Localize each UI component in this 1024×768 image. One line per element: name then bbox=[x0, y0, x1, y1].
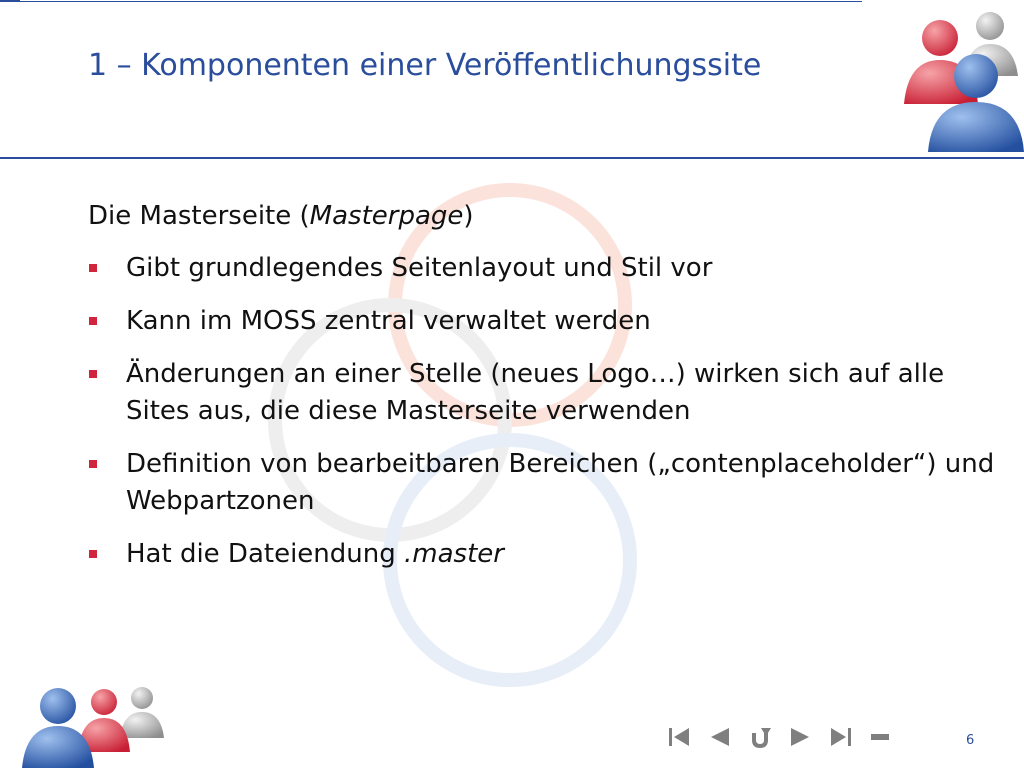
footer-divider-right bbox=[0, 1, 862, 2]
triangle-right-icon bbox=[791, 728, 809, 746]
bullet-text: Kann im MOSS zentral verwaltet werden bbox=[126, 306, 651, 336]
bullet-marker-icon bbox=[89, 460, 97, 468]
heading-text: Die Masterseite ( bbox=[88, 201, 310, 231]
return-button[interactable] bbox=[740, 722, 780, 752]
bullet-item: Definition von bearbeitbaren Bereichen (… bbox=[88, 446, 998, 520]
bullet-item: Hat die Dateiendung .master bbox=[88, 536, 998, 573]
minus-icon bbox=[871, 734, 889, 740]
end-show-button[interactable] bbox=[860, 722, 900, 752]
bullet-emphasis: .master bbox=[404, 539, 504, 569]
heading-suffix: ) bbox=[463, 201, 474, 231]
first-slide-button[interactable] bbox=[660, 722, 700, 752]
bullet-text: Änderungen an einer Stelle (neues Logo…)… bbox=[126, 359, 945, 426]
bullet-marker-icon bbox=[89, 264, 97, 272]
bullet-text: Gibt grundlegendes Seitenlayout und Stil… bbox=[126, 253, 713, 283]
return-arrow-icon bbox=[752, 728, 771, 749]
bullet-marker-icon bbox=[89, 550, 97, 558]
bullet-list: Gibt grundlegendes Seitenlayout und Stil… bbox=[88, 250, 998, 573]
bullet-marker-icon bbox=[89, 317, 97, 325]
bullet-text: Hat die Dateiendung bbox=[126, 539, 405, 569]
bullet-item: Gibt grundlegendes Seitenlayout und Stil… bbox=[88, 250, 998, 287]
bullet-marker-icon bbox=[89, 370, 97, 378]
skip-to-end-icon bbox=[831, 728, 851, 746]
section-heading: Die Masterseite (Masterpage) bbox=[88, 198, 998, 234]
page-number: 6 bbox=[966, 733, 975, 748]
last-slide-button[interactable] bbox=[820, 722, 860, 752]
previous-slide-button[interactable] bbox=[700, 722, 740, 752]
next-slide-button[interactable] bbox=[780, 722, 820, 752]
bullet-item: Kann im MOSS zentral verwaltet werden bbox=[88, 303, 998, 340]
slide-title: 1 – Komponenten einer Veröffentlichungss… bbox=[88, 48, 762, 83]
title-divider bbox=[0, 157, 1024, 159]
people-logo-top-icon bbox=[904, 12, 1024, 152]
bullet-text: Definition von bearbeitbaren Bereichen (… bbox=[126, 449, 995, 516]
slide-navigation bbox=[660, 722, 900, 752]
triangle-left-icon bbox=[711, 728, 729, 746]
slide-content: Die Masterseite (Masterpage) Gibt grundl… bbox=[88, 198, 998, 589]
heading-emphasis: Masterpage bbox=[309, 201, 464, 231]
people-logo-bottom-icon bbox=[22, 687, 164, 768]
skip-to-start-icon bbox=[669, 728, 689, 746]
bullet-item: Änderungen an einer Stelle (neues Logo…)… bbox=[88, 356, 998, 430]
